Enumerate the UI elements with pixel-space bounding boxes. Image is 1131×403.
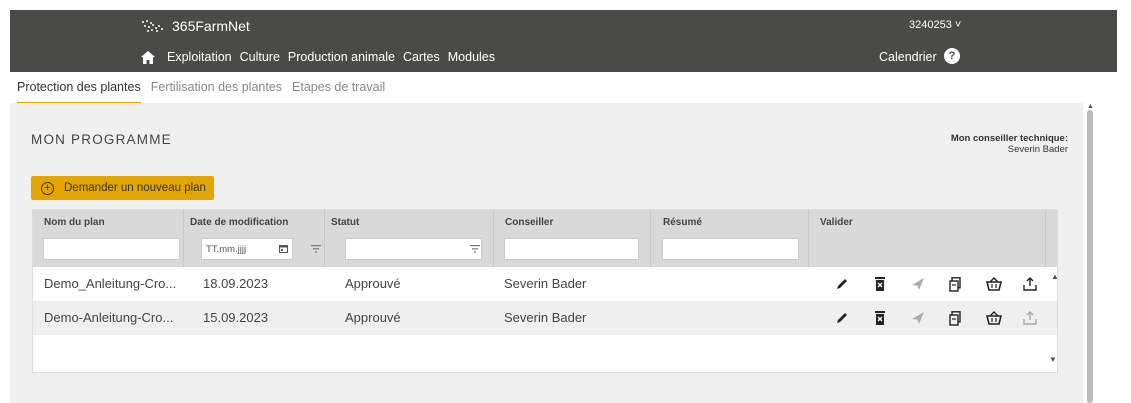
home-icon[interactable] xyxy=(141,50,155,64)
export-icon[interactable] xyxy=(1021,309,1039,327)
page-title: MON PROGRAMME xyxy=(31,132,172,147)
nav-modules[interactable]: Modules xyxy=(448,50,495,64)
column-header-date[interactable]: Date de modification xyxy=(190,217,288,228)
account-menu[interactable]: 3240253 ˅ xyxy=(909,19,961,31)
plan-status: Approuvé xyxy=(345,276,401,291)
page-scrollbar[interactable] xyxy=(1087,110,1093,403)
brand-logo[interactable]: 365FarmNet xyxy=(140,18,250,34)
request-new-plan-button[interactable]: + Demander un nouveau plan xyxy=(31,176,214,200)
edit-icon[interactable] xyxy=(833,309,851,327)
grid-scroll-up-icon[interactable]: ▲ xyxy=(1051,272,1059,281)
help-icon[interactable]: ? xyxy=(944,48,960,64)
column-divider xyxy=(324,210,325,267)
advisor-filter-input[interactable] xyxy=(504,238,639,260)
column-header-advisor[interactable]: Conseiller xyxy=(505,217,553,228)
column-header-status[interactable]: Statut xyxy=(331,217,359,228)
copy-icon[interactable] xyxy=(947,275,965,293)
basket-icon[interactable] xyxy=(985,275,1003,293)
nav-production-animale[interactable]: Production animale xyxy=(288,50,395,64)
tab-protection-des-plantes[interactable]: Protection des plantes xyxy=(17,80,141,104)
plus-circle-icon: + xyxy=(41,181,54,195)
table-row[interactable]: Demo_Anleitung-Cro... 18.09.2023 Approuv… xyxy=(33,267,1057,301)
column-header-summary[interactable]: Résumé xyxy=(663,217,702,228)
nav-culture[interactable]: Culture xyxy=(240,50,280,64)
filter-icon[interactable] xyxy=(311,244,321,256)
plan-date: 15.09.2023 xyxy=(203,310,269,325)
request-new-plan-label: Demander un nouveau plan xyxy=(64,182,206,194)
program-panel: MON PROGRAMME Mon conseiller technique: … xyxy=(10,103,1083,403)
column-header-name[interactable]: Nom du plan xyxy=(44,217,105,228)
table-header: Nom du plan Date de modification Statut … xyxy=(33,210,1057,267)
basket-icon[interactable] xyxy=(985,309,1003,327)
calendar-link[interactable]: Calendrier xyxy=(879,50,937,64)
main-nav: Exploitation Culture Production animale … xyxy=(141,50,503,64)
column-divider xyxy=(493,210,494,267)
page-scroll-up-icon[interactable]: ▲ xyxy=(1087,103,1094,110)
tab-etapes-de-travail[interactable]: Etapes de travail xyxy=(292,80,385,104)
tab-fertilisation-des-plantes[interactable]: Fertilisation des plantes xyxy=(151,80,282,104)
summary-filter-input[interactable] xyxy=(662,238,799,260)
copy-icon[interactable] xyxy=(947,309,965,327)
table-row[interactable]: Demo-Anleitung-Cro... 15.09.2023 Approuv… xyxy=(33,301,1057,335)
plan-date: 18.09.2023 xyxy=(203,276,269,291)
column-divider xyxy=(1045,210,1046,267)
plan-name: Demo_Anleitung-Cro... xyxy=(44,276,177,291)
column-divider xyxy=(808,210,809,267)
calendar-icon[interactable] xyxy=(279,244,288,256)
advisor-label: Mon conseiller technique: xyxy=(950,133,1068,144)
column-header-validate[interactable]: Valider xyxy=(820,217,853,228)
brand-name: 365FarmNet xyxy=(172,18,250,34)
plan-advisor: Severin Bader xyxy=(504,310,587,325)
delete-icon[interactable] xyxy=(871,275,889,293)
top-bar: 365FarmNet 3240253 ˅ Exploitation Cultur… xyxy=(10,10,1117,72)
nav-exploitation[interactable]: Exploitation xyxy=(167,50,232,64)
plan-name: Demo-Anleitung-Cro... xyxy=(44,310,174,325)
send-icon[interactable] xyxy=(909,275,927,293)
edit-icon[interactable] xyxy=(833,275,851,293)
logo-dots-icon xyxy=(142,20,163,32)
delete-icon[interactable] xyxy=(871,309,889,327)
filter-icon[interactable] xyxy=(470,244,480,256)
sub-tabs: Protection des plantes Fertilisation des… xyxy=(17,80,395,104)
advisor-name: Severin Bader xyxy=(1007,144,1068,155)
column-divider xyxy=(183,210,184,267)
advisor-info: Mon conseiller technique: Severin Bader xyxy=(951,133,1068,155)
export-icon[interactable] xyxy=(1021,275,1039,293)
column-divider xyxy=(650,210,651,267)
grid-scroll-down-icon[interactable]: ▼ xyxy=(1049,355,1057,364)
nav-cartes[interactable]: Cartes xyxy=(403,50,440,64)
send-icon[interactable] xyxy=(909,309,927,327)
name-filter-input[interactable] xyxy=(43,238,180,260)
plan-status: Approuvé xyxy=(345,310,401,325)
plan-advisor: Severin Bader xyxy=(504,276,587,291)
status-filter-input[interactable] xyxy=(345,238,482,260)
plans-table: Nom du plan Date de modification Statut … xyxy=(32,209,1059,373)
